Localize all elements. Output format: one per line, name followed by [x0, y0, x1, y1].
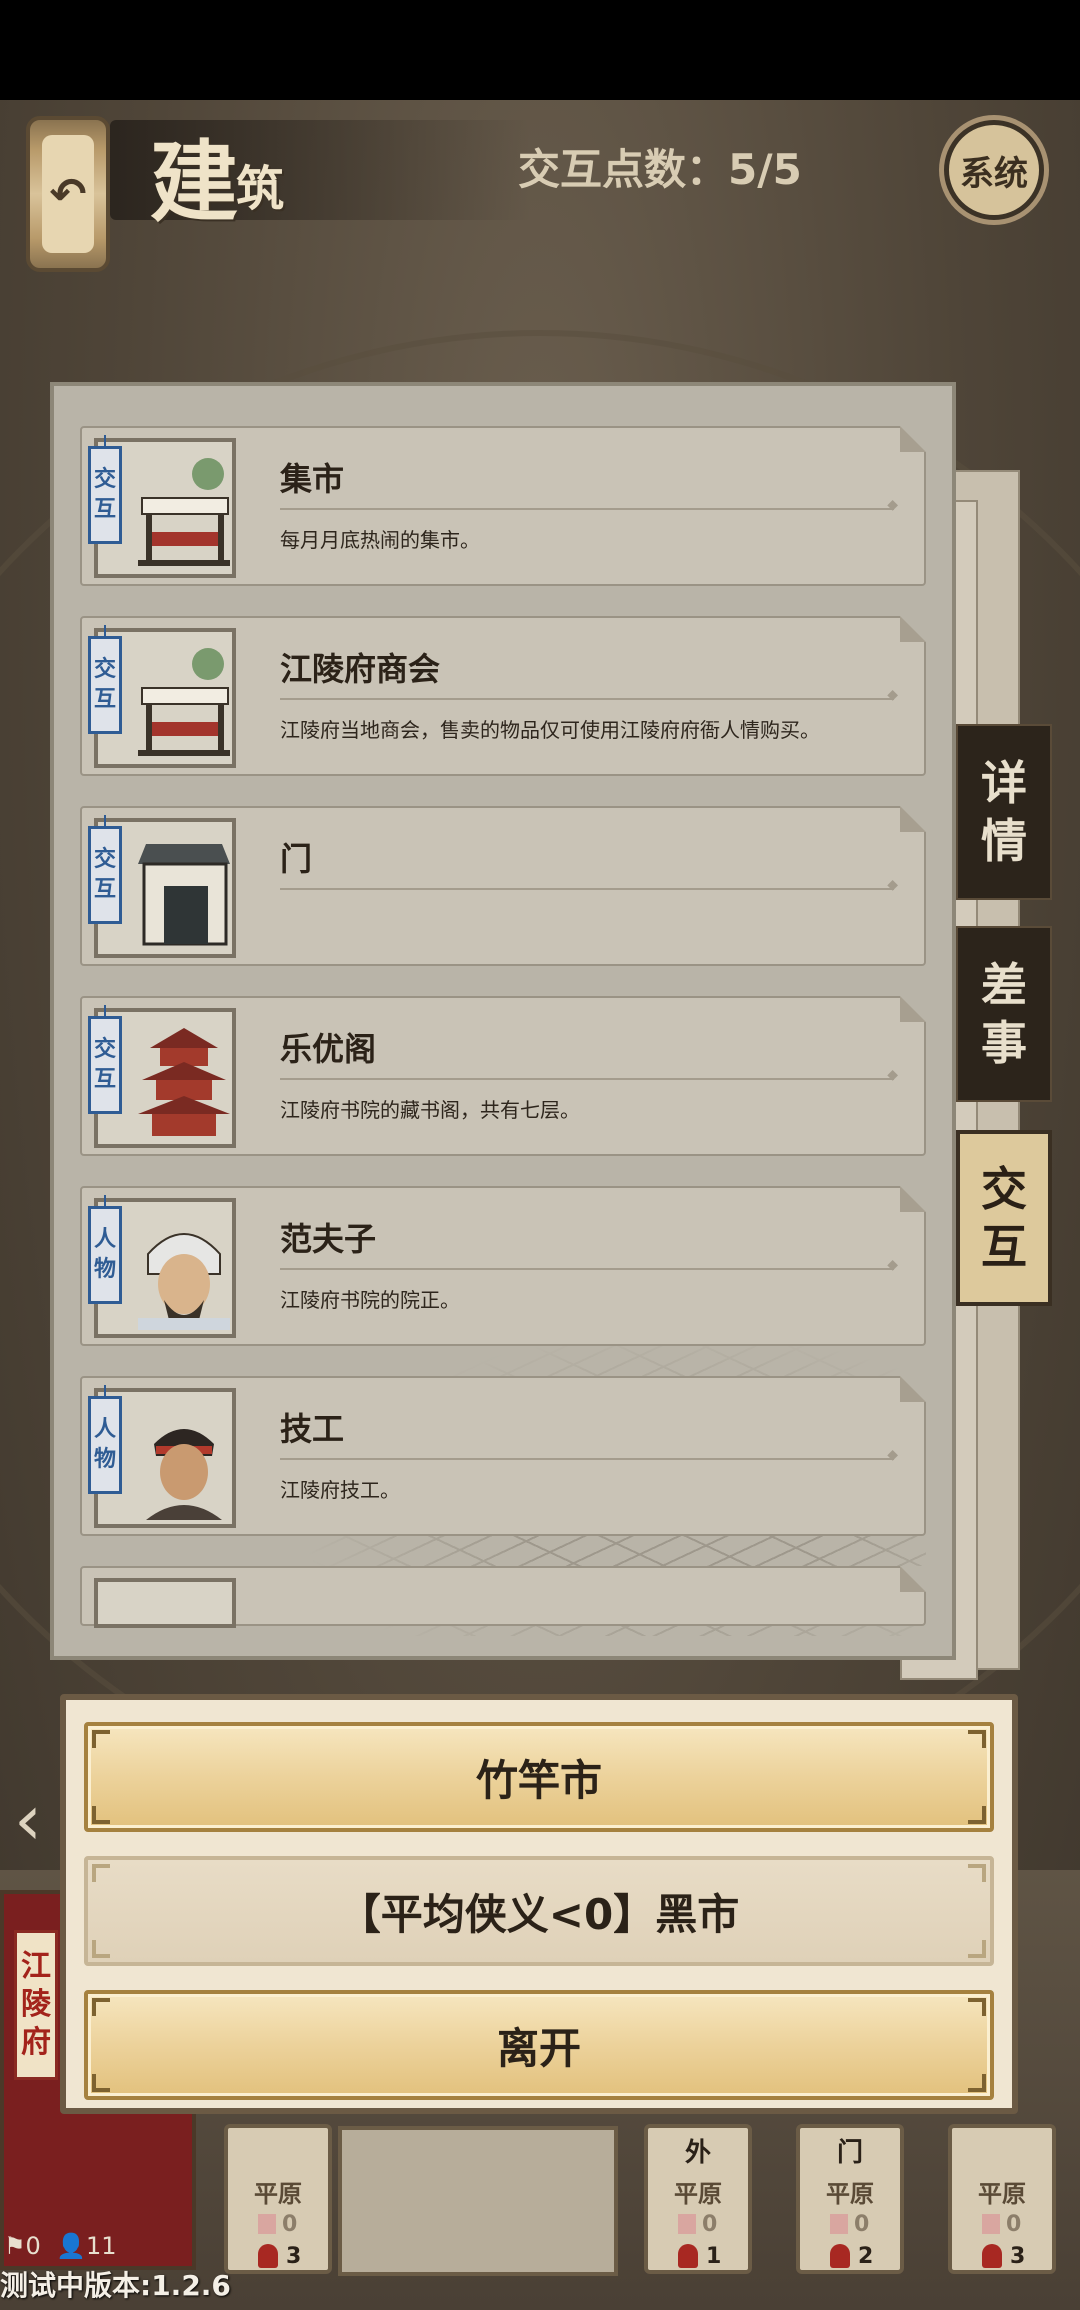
flag-icon [830, 2214, 848, 2234]
interact-tag: 交互 [88, 1005, 122, 1114]
back-arrow-icon: ↶ [42, 135, 94, 253]
interact-tag: 交互 [88, 625, 122, 734]
interaction-list-panel[interactable]: 交互 集市 每月月底热闹的集市。 交互 江陵府商会 江陵府当地商会，售卖的物品仅… [50, 382, 956, 1660]
person-tag: 人物 [88, 1385, 122, 1494]
option-leave-button[interactable]: 离开 [84, 1990, 994, 2100]
list-item-worker[interactable]: 人物 技工 江陵府技工。 [80, 1376, 926, 1536]
list-item-scholar[interactable]: 人物 范夫子 江陵府书院的院正。 [80, 1186, 926, 1346]
market-stall-icon [138, 458, 230, 566]
region-card[interactable]: 外 平原 0 1 [644, 2124, 752, 2274]
map-strip [338, 2126, 618, 2276]
flag-icon [982, 2214, 1000, 2234]
choice-dialog: 竹竿市 【平均侠义<0】黑市 离开 [60, 1694, 1018, 2114]
person-icon [830, 2244, 850, 2268]
pavilion-icon [138, 1028, 230, 1136]
item-name: 技工 [280, 1410, 345, 1448]
list-item-gate[interactable]: 交互 门 [80, 806, 926, 966]
status-bar [0, 0, 1080, 100]
tab-errands[interactable]: 差事 [956, 926, 1052, 1102]
worker-portrait-icon [146, 1429, 222, 1520]
version-label: 测试中版本:1.2.6 [0, 2269, 231, 2302]
item-name: 门 [280, 840, 313, 878]
interact-tag: 交互 [88, 435, 122, 544]
option-bamboo-market-button[interactable]: 竹竿市 [84, 1722, 994, 1832]
city-label: 江陵府 [14, 1930, 58, 2080]
chevron-left-icon[interactable]: ‹ [0, 1780, 56, 1860]
person-icon [982, 2244, 1002, 2268]
item-description: 江陵府书院的藏书阁，共有七层。 [280, 1098, 580, 1122]
back-button[interactable]: ↶ [26, 116, 110, 272]
tab-details[interactable]: 详情 [956, 724, 1052, 900]
item-name: 范夫子 [280, 1220, 377, 1258]
scholar-portrait-icon [138, 1233, 230, 1330]
gate-icon [138, 844, 230, 946]
item-name: 集市 [280, 460, 345, 498]
region-card[interactable]: 门 平原 0 2 [796, 2124, 904, 2274]
option-black-market-button[interactable]: 【平均侠义<0】黑市 [84, 1856, 994, 1966]
system-button[interactable]: 系统 [944, 120, 1044, 220]
interact-tag: 交互 [88, 815, 122, 924]
item-description: 江陵府当地商会，售卖的物品仅可使用江陵府府衙人情购买。 [280, 718, 820, 742]
item-name: 乐优阁 [280, 1030, 377, 1068]
market-stall-icon [138, 648, 230, 756]
item-description: 每月月底热闹的集市。 [280, 528, 480, 552]
region-card[interactable]: 平原 0 3 [948, 2124, 1056, 2274]
flag-icon [678, 2214, 696, 2234]
list-item-pavilion[interactable]: 交互 乐优阁 江陵府书院的藏书阁，共有七层。 [80, 996, 926, 1156]
item-name: 江陵府商会 [280, 650, 441, 688]
flag-icon [258, 2214, 276, 2234]
person-icon [258, 2244, 278, 2268]
item-description: 江陵府书院的院正。 [280, 1288, 460, 1312]
list-item-chamber-of-commerce[interactable]: 交互 江陵府商会 江陵府当地商会，售卖的物品仅可使用江陵府府衙人情购买。 [80, 616, 926, 776]
city-stats: ⚑0 👤11 [4, 2232, 117, 2260]
list-item-market[interactable]: 交互 集市 每月月底热闹的集市。 [80, 426, 926, 586]
tab-interact[interactable]: 交互 [956, 1130, 1052, 1306]
item-description: 江陵府技工。 [280, 1478, 400, 1502]
list-item-partial[interactable] [80, 1566, 926, 1628]
person-tag: 人物 [88, 1195, 122, 1304]
interaction-points: 交互点数：5/5 [518, 145, 802, 194]
person-icon [678, 2244, 698, 2268]
page-title: 建筑 [150, 130, 285, 234]
region-card[interactable]: 平原 0 3 [224, 2124, 332, 2274]
